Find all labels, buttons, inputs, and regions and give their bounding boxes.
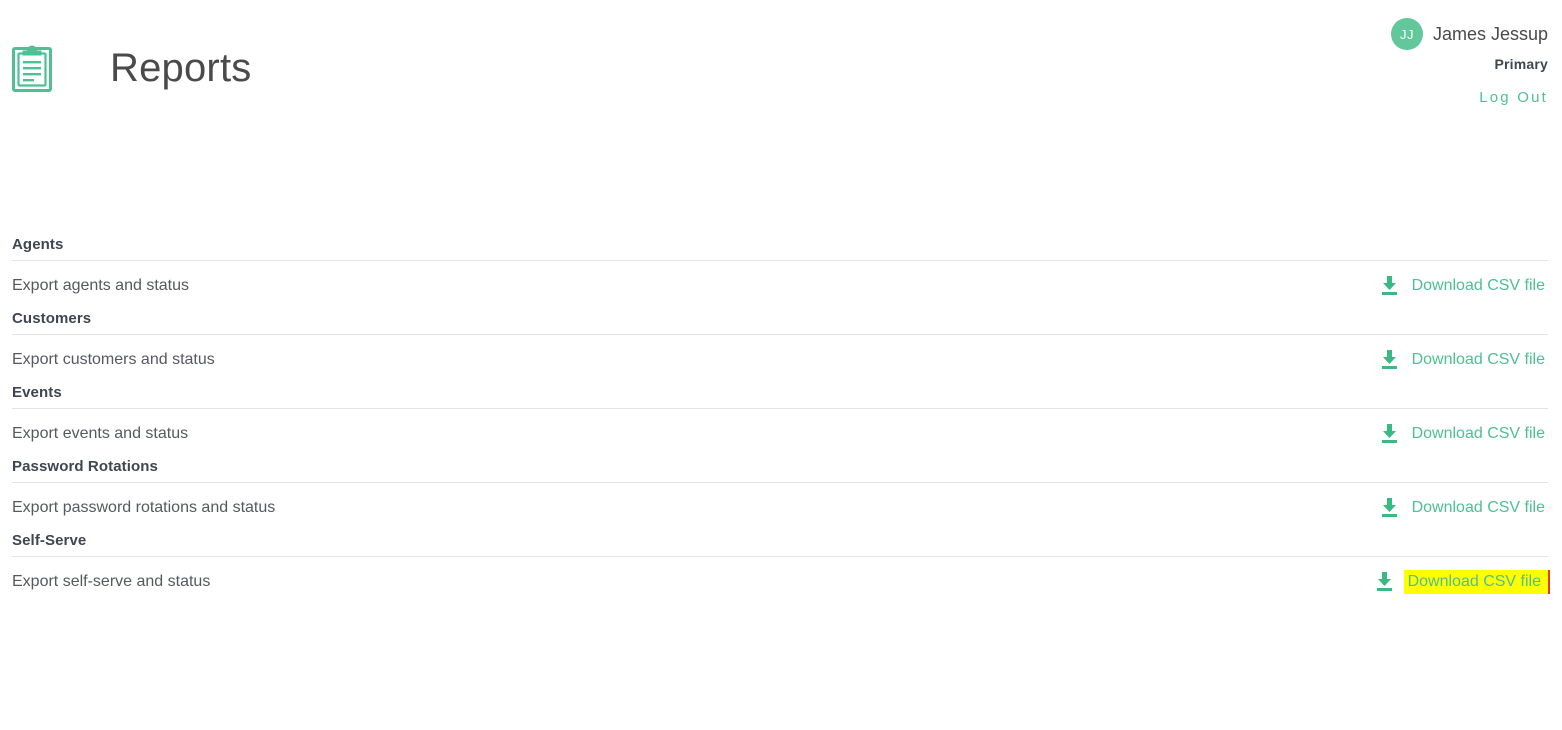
download-csv-link[interactable]: Download CSV file (1381, 275, 1548, 297)
report-section-customers: Customers Export customers and status Do… (0, 310, 1562, 384)
section-title: Events (12, 384, 62, 401)
download-csv-label: Download CSV file (1411, 276, 1545, 294)
clipboard-icon (12, 44, 52, 92)
section-title: Customers (12, 310, 92, 327)
row-label: Export events and status (12, 424, 189, 442)
table-row: Export customers and status Download CSV… (0, 335, 1562, 384)
download-csv-label: Download CSV file (1411, 424, 1545, 442)
section-title: Self-Serve (12, 532, 87, 549)
download-icon (1381, 276, 1398, 295)
download-csv-link[interactable]: Download CSV file (1381, 497, 1548, 519)
download-csv-label: Download CSV file (1403, 569, 1548, 594)
row-label: Export customers and status (12, 350, 215, 368)
download-csv-link[interactable]: Download CSV file (1381, 349, 1548, 371)
report-section-events: Events Export events and status Download… (0, 384, 1562, 458)
reports-page: Reports JJ James Jessup Primary Log Out … (0, 0, 1562, 730)
download-csv-link[interactable]: Download CSV file (1381, 423, 1548, 445)
report-section-self-serve: Self-Serve Export self-serve and status … (0, 532, 1562, 606)
row-label: Export agents and status (12, 276, 189, 294)
table-row: Export events and status Download CSV fi… (0, 409, 1562, 458)
download-icon (1376, 572, 1393, 591)
table-row: Export self-serve and status Download CS… (0, 557, 1562, 606)
user-name: James Jessup (1432, 23, 1548, 44)
section-title: Password Rotations (12, 458, 158, 475)
report-section-password-rotations: Password Rotations Export password rotat… (0, 458, 1562, 532)
row-label: Export password rotations and status (12, 498, 276, 516)
section-title: Agents (12, 236, 64, 253)
user-block: JJ James Jessup Primary Log Out (1208, 18, 1548, 107)
avatar: JJ (1390, 18, 1423, 50)
download-csv-link[interactable]: Download CSV file (1376, 569, 1548, 594)
report-section-agents: Agents Export agents and status Download… (0, 236, 1562, 310)
user-role: Primary (1494, 56, 1548, 72)
reports-list: Agents Export agents and status Download… (0, 236, 1562, 606)
download-csv-label: Download CSV file (1411, 498, 1545, 516)
page-header: Reports JJ James Jessup Primary Log Out (0, 0, 1562, 130)
user-identity: JJ James Jessup (1208, 18, 1548, 50)
brand: Reports (12, 44, 251, 92)
download-icon (1381, 498, 1398, 517)
download-icon (1381, 350, 1398, 369)
log-out-link[interactable]: Log Out (1479, 89, 1548, 106)
row-label: Export self-serve and status (12, 572, 211, 590)
table-row: Export password rotations and status Dow… (0, 483, 1562, 532)
table-row: Export agents and status Download CSV fi… (0, 261, 1562, 310)
download-csv-label: Download CSV file (1411, 350, 1545, 368)
page-title: Reports (110, 46, 252, 90)
download-icon (1381, 424, 1398, 443)
